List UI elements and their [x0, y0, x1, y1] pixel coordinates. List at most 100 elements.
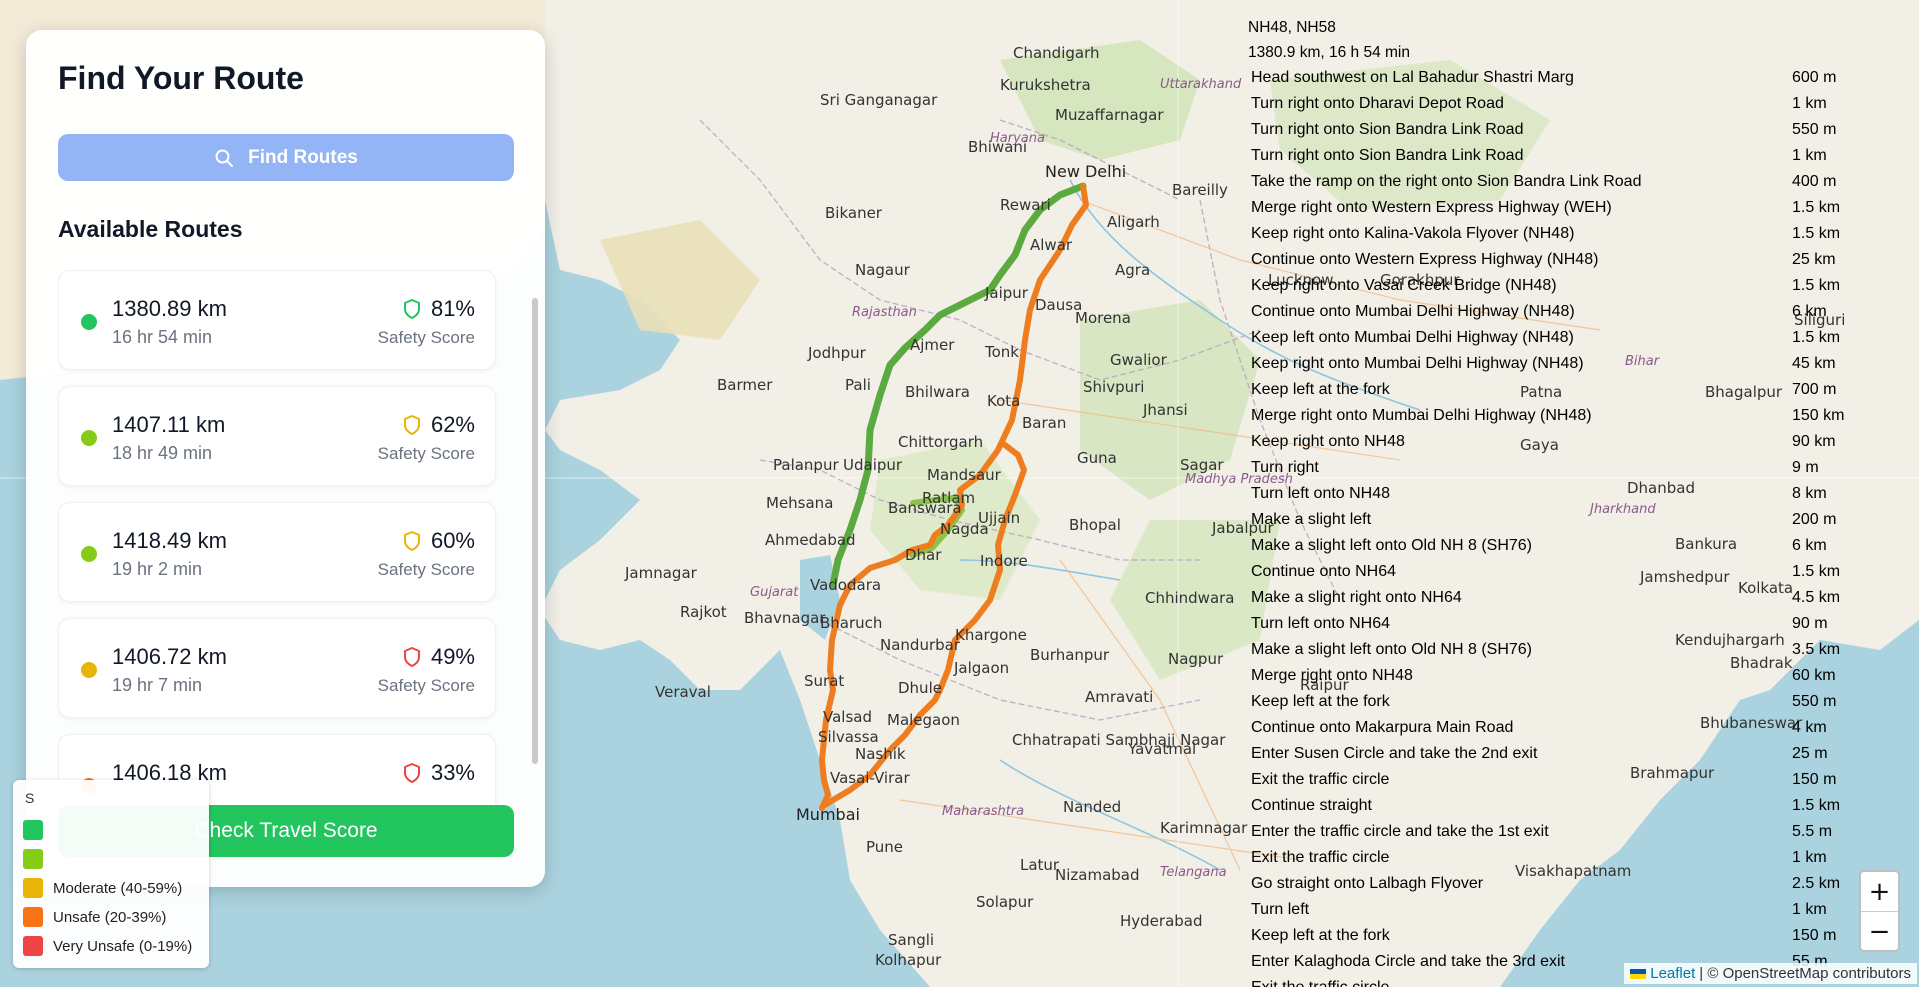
direction-text: Continue onto Mumbai Delhi Highway (NH48…: [1251, 303, 1575, 320]
direction-step[interactable]: Keep right onto NH48 90 km: [1251, 433, 1841, 455]
direction-step[interactable]: Turn right onto Sion Bandra Link Road 1 k…: [1251, 147, 1841, 169]
direction-step[interactable]: Keep left at the fork 700 m: [1251, 381, 1841, 403]
route-card[interactable]: 1418.49 km 19 hr 2 min 60% Safety Score: [58, 502, 496, 602]
city-label: Chittorgarh: [898, 433, 983, 451]
zoom-control: + −: [1859, 870, 1900, 952]
city-label: Baran: [1022, 414, 1066, 432]
legend-label: Moderate (40-59%): [53, 879, 183, 897]
route-card[interactable]: 1406.72 km 19 hr 7 min 49% Safety Score: [58, 618, 496, 718]
direction-distance: 90 m: [1792, 615, 1828, 632]
scrollbar[interactable]: [532, 298, 538, 764]
route-card[interactable]: 1407.11 km 18 hr 49 min 62% Safety Score: [58, 386, 496, 486]
direction-text: Enter the traffic circle and take the 1s…: [1251, 823, 1549, 840]
city-label: Surat: [804, 672, 844, 690]
city-label: Nashik: [855, 745, 906, 763]
city-label: Valsad: [823, 708, 872, 726]
direction-step[interactable]: Merge right onto NH48 60 km: [1251, 667, 1841, 689]
direction-step[interactable]: Continue onto Makarpura Main Road 4 km: [1251, 719, 1841, 741]
route-color-dot: [81, 314, 97, 330]
direction-distance: 1 km: [1792, 901, 1827, 918]
legend-item: [23, 849, 53, 869]
city-label: Burhanpur: [1030, 646, 1110, 664]
route-duration: 18 hr 49 min: [112, 443, 213, 463]
direction-step[interactable]: Take the ramp on the right onto Sion Ban…: [1251, 173, 1841, 195]
direction-distance: 150 m: [1792, 771, 1837, 788]
city-label: Vadodara: [810, 576, 881, 594]
direction-text: Keep right onto Vasai Creek Bridge (NH48…: [1251, 277, 1557, 294]
direction-step[interactable]: Head southwest on Lal Bahadur Shastri Ma…: [1251, 69, 1841, 91]
map-attribution: Leaflet | © OpenStreetMap contributors: [1624, 963, 1917, 984]
direction-step[interactable]: Keep right onto Kalina-Vakola Flyover (N…: [1251, 225, 1841, 247]
region-label: Gujarat: [750, 585, 799, 600]
direction-step[interactable]: Keep left onto Mumbai Delhi Highway (NH4…: [1251, 329, 1841, 351]
city-label: Hyderabad: [1120, 912, 1203, 930]
city-label: Ahmedabad: [765, 531, 856, 549]
direction-step[interactable]: Continue onto NH64 1.5 km: [1251, 563, 1841, 585]
direction-step[interactable]: Turn left onto NH48 8 km: [1251, 485, 1841, 507]
city-label: Mumbai: [796, 805, 860, 824]
direction-step[interactable]: Turn left onto NH64 90 m: [1251, 615, 1841, 637]
city-label: Veraval: [655, 683, 711, 701]
direction-text: Make a slight right onto NH64: [1251, 589, 1462, 606]
route-card[interactable]: 1380.89 km 16 hr 54 min 81% Safety Score: [58, 270, 496, 370]
direction-step[interactable]: Exit the traffic circle 1 km: [1251, 849, 1841, 871]
direction-step[interactable]: Make a slight right onto NH64 4.5 km: [1251, 589, 1841, 611]
direction-step[interactable]: Make a slight left onto Old NH 8 (SH76) 3…: [1251, 641, 1841, 663]
region-label: Uttarakhand: [1160, 77, 1242, 92]
direction-step[interactable]: Enter the traffic circle and take the 1s…: [1251, 823, 1841, 845]
route-color-dot: [81, 430, 97, 446]
direction-text: Turn left onto NH64: [1251, 615, 1391, 632]
zoom-out-button[interactable]: −: [1861, 912, 1898, 951]
shield-icon: [403, 299, 420, 319]
direction-step[interactable]: Keep right onto Vasai Creek Bridge (NH48…: [1251, 277, 1841, 299]
safety-score-value: 81%: [430, 296, 475, 321]
direction-step[interactable]: Turn left 1 km: [1251, 901, 1841, 923]
safety-score: 81%: [403, 296, 475, 322]
city-label: Silvassa: [818, 728, 879, 746]
city-label: Ajmer: [910, 336, 955, 354]
direction-step[interactable]: Keep left at the fork 150 m: [1251, 927, 1841, 949]
safety-score: 60%: [403, 528, 475, 554]
direction-step[interactable]: Make a slight left onto Old NH 8 (SH76) 6…: [1251, 537, 1841, 559]
direction-distance: 1 km: [1792, 95, 1827, 112]
city-label: Amravati: [1085, 688, 1153, 706]
city-label: Bikaner: [825, 204, 883, 222]
direction-step[interactable]: Turn right 9 m: [1251, 459, 1841, 481]
direction-step[interactable]: Keep left at the fork 550 m: [1251, 693, 1841, 715]
route-distance: 1406.72 km: [112, 644, 227, 669]
direction-step[interactable]: Go straight onto Lalbagh Flyover 2.5 km: [1251, 875, 1841, 897]
direction-step[interactable]: Keep right onto Mumbai Delhi Highway (NH…: [1251, 355, 1841, 377]
city-label: Morena: [1075, 309, 1131, 327]
direction-step[interactable]: Turn right onto Sion Bandra Link Road 550…: [1251, 121, 1841, 143]
zoom-in-button[interactable]: +: [1861, 872, 1898, 912]
route-list[interactable]: 1380.89 km 16 hr 54 min 81% Safety Score 140…: [58, 270, 522, 816]
legend-label: Very Unsafe (0-19%): [53, 937, 193, 955]
city-label: Alwar: [1030, 236, 1073, 254]
city-label: Dausa: [1035, 296, 1082, 314]
direction-distance: 60 km: [1792, 667, 1836, 684]
direction-step[interactable]: Continue onto Western Express Highway (N…: [1251, 251, 1841, 273]
direction-text: Keep left at the fork: [1251, 927, 1390, 944]
direction-step[interactable]: Turn right onto Dharavi Depot Road 1 km: [1251, 95, 1841, 117]
city-label: Vasai-Virar: [830, 769, 910, 787]
direction-step[interactable]: Make a slight left 200 m: [1251, 511, 1841, 533]
direction-step[interactable]: Merge right onto Western Express Highway…: [1251, 199, 1841, 221]
route-color-dot: [81, 546, 97, 562]
legend-swatch: [23, 907, 43, 927]
direction-text: Make a slight left onto Old NH 8 (SH76): [1251, 641, 1533, 658]
direction-step[interactable]: Continue straight 1.5 km: [1251, 797, 1841, 819]
city-label: Jaipur: [984, 284, 1029, 302]
city-label: Bharuch: [820, 614, 882, 632]
direction-step[interactable]: Exit the traffic circle 150 m: [1251, 771, 1841, 793]
city-label: Nagda: [940, 520, 989, 538]
city-label: Latur: [1020, 856, 1060, 874]
city-label: Bareilly: [1172, 181, 1228, 199]
direction-step[interactable]: Continue onto Mumbai Delhi Highway (NH48…: [1251, 303, 1841, 325]
city-label: Khargone: [955, 626, 1027, 644]
leaflet-link[interactable]: Leaflet: [1650, 965, 1695, 982]
direction-step[interactable]: Enter Susen Circle and take the 2nd exit…: [1251, 745, 1841, 767]
city-label: Jodhpur: [807, 344, 867, 362]
direction-text: Turn right onto Sion Bandra Link Road: [1251, 121, 1524, 138]
direction-step[interactable]: Merge right onto Mumbai Delhi Highway (N…: [1251, 407, 1844, 429]
find-routes-button[interactable]: Find Routes: [58, 134, 514, 181]
